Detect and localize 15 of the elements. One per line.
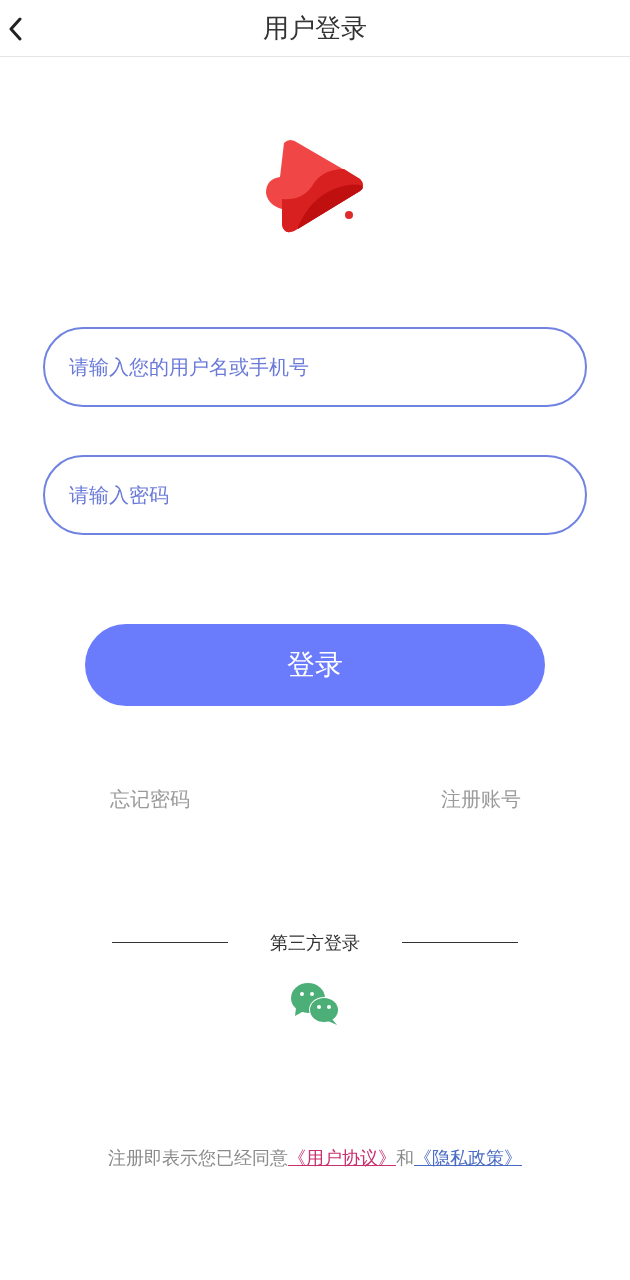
forgot-password-link[interactable]: 忘记密码 (110, 784, 190, 814)
login-button[interactable]: 登录 (85, 624, 545, 706)
privacy-policy-link[interactable]: 《隐私政策》 (414, 1147, 522, 1168)
wechat-login-button[interactable] (290, 982, 340, 1026)
agreement-text: 注册即表示您已经同意《用户协议》和《隐私政策》 (107, 1146, 523, 1170)
user-agreement-link[interactable]: 《用户协议》 (288, 1147, 396, 1168)
register-link[interactable]: 注册账号 (441, 784, 521, 814)
back-button[interactable] (8, 16, 22, 41)
chat-bubbles-icon (290, 982, 340, 1026)
username-field[interactable]: 请输入您的用户名或手机号 (43, 327, 587, 407)
page-title: 用户登录 (263, 13, 367, 43)
third-party-login-label: 第三方登录 (270, 931, 360, 955)
back-icon (8, 16, 22, 41)
password-field[interactable]: 请输入密码 (43, 455, 587, 535)
play-logo-icon (264, 139, 366, 235)
